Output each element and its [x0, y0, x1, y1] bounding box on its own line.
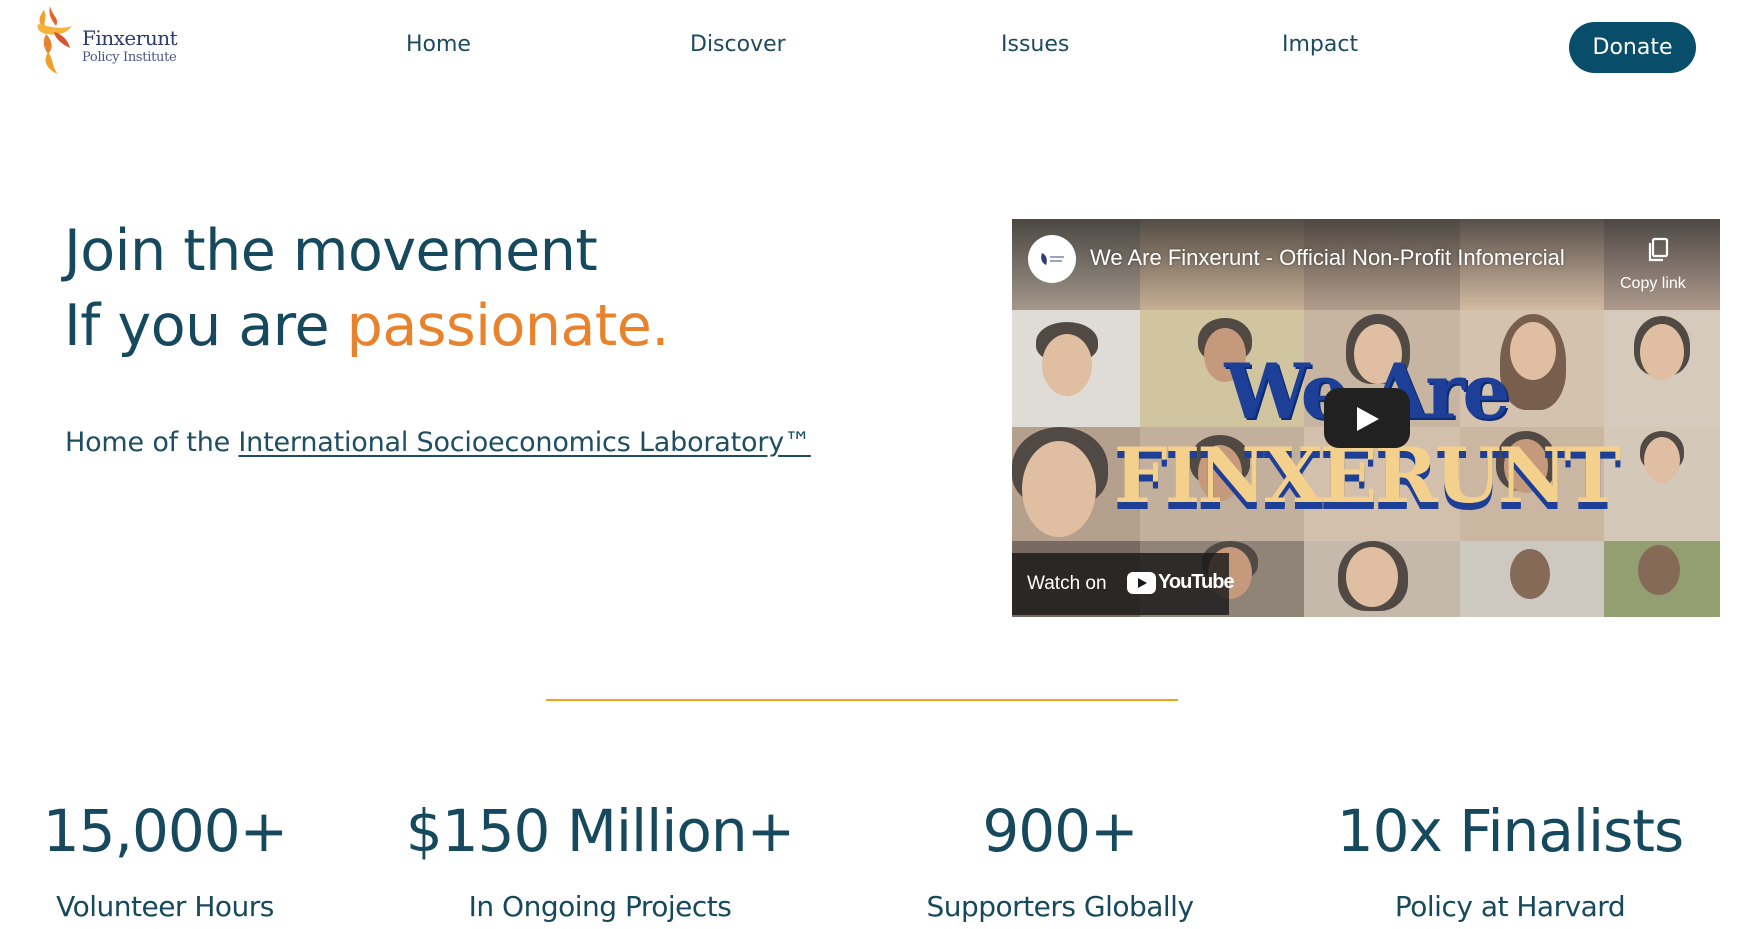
stat-value-finalists: 10x Finalists: [1336, 797, 1685, 865]
nav-home[interactable]: Home: [406, 32, 471, 57]
channel-avatar[interactable]: [1028, 235, 1076, 283]
hero-subtitle: Home of the International Socioeconomics…: [65, 427, 811, 458]
hero-line2-prefix: If you are: [64, 293, 347, 359]
hero-heading-line1: Join the movement: [64, 218, 598, 284]
youtube-logo-icon: [1127, 572, 1156, 594]
copy-link-icon[interactable]: [1644, 235, 1674, 265]
section-divider: [546, 699, 1178, 701]
stat-value-supporters: 900+: [982, 797, 1138, 865]
stat-label-ongoing-projects: In Ongoing Projects: [468, 890, 732, 923]
stat-label-volunteer-hours: Volunteer Hours: [56, 890, 274, 923]
video-title[interactable]: We Are Finxerunt - Official Non-Profit I…: [1090, 245, 1565, 271]
logo-subtitle: Policy Institute: [82, 50, 177, 65]
watch-on-label: Watch on: [1027, 573, 1107, 594]
hero-accent-word: passionate.: [346, 293, 670, 359]
logo-name: Finxerunt: [82, 26, 178, 50]
play-button[interactable]: [1324, 388, 1410, 448]
play-icon: [1357, 407, 1379, 431]
stat-label-finalists: Policy at Harvard: [1394, 890, 1626, 923]
watch-on-youtube-button[interactable]: Watch on YouTube: [1012, 553, 1235, 615]
stat-value-volunteer-hours: 15,000+: [42, 797, 289, 865]
stat-label-supporters: Supporters Globally: [926, 890, 1194, 923]
youtube-video-embed[interactable]: We Are FINXERUNT We Are Finxerunt - Offi…: [1012, 219, 1720, 617]
youtube-wordmark: YouTube: [1158, 571, 1235, 593]
phoenix-logo-icon: [37, 6, 72, 74]
stat-value-ongoing-projects: $150 Million+: [405, 797, 795, 865]
logo[interactable]: Finxerunt Policy Institute: [30, 4, 180, 74]
home-of-prefix: Home of the: [65, 427, 239, 458]
donate-button[interactable]: Donate: [1569, 22, 1696, 73]
hero-heading-line2: If you are passionate.: [64, 293, 669, 359]
lab-link[interactable]: International Socioeconomics Laboratory™: [238, 427, 811, 458]
nav-impact[interactable]: Impact: [1282, 32, 1358, 57]
nav-discover[interactable]: Discover: [690, 32, 786, 57]
nav-issues[interactable]: Issues: [1001, 32, 1069, 57]
channel-logo-icon: [1041, 253, 1064, 265]
copy-link-label[interactable]: Copy link: [1620, 275, 1686, 293]
